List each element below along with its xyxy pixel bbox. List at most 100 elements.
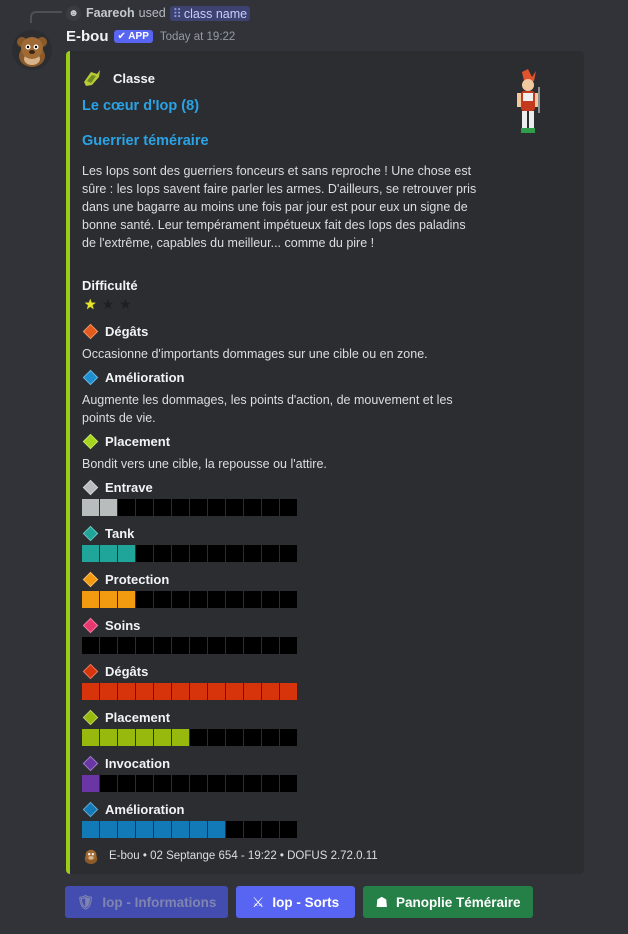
button-label: Panoplie Téméraire: [396, 894, 521, 910]
iop-sorts-button[interactable]: ⚔ Iop - Sorts: [236, 886, 355, 918]
stat-cell-filled: [100, 499, 117, 516]
stat-bar: [82, 637, 297, 654]
stat-cell-filled: [280, 683, 297, 700]
stat-cell-empty: [262, 637, 279, 654]
stat-cell-empty: [100, 775, 117, 792]
stat-cell-filled: [154, 729, 171, 746]
stat-title: Tank: [82, 525, 135, 542]
stat-cell-empty: [244, 499, 261, 516]
sword-icon: ⚔: [251, 893, 265, 910]
stat-cell-empty: [226, 499, 243, 516]
footer-avatar-icon: [84, 849, 98, 865]
stat-cell-empty: [244, 591, 261, 608]
stat-title: Protection: [82, 571, 170, 588]
stat-cell-empty: [244, 545, 261, 562]
bot-avatar[interactable]: [12, 30, 52, 70]
message-header: E-bou ✔ APP Today at 19:22: [66, 28, 235, 45]
embed-author: Classe: [82, 67, 155, 89]
diamond-icon: [82, 479, 99, 496]
stat-bar: [82, 775, 297, 792]
iop-icon: 🛡: [76, 893, 95, 910]
stat-cell-filled: [190, 683, 207, 700]
stat-cell-filled: [118, 729, 135, 746]
stat-cell-filled: [226, 683, 243, 700]
stat-cell-filled: [82, 683, 99, 700]
stat-cell-empty: [154, 775, 171, 792]
stat-cell-filled: [82, 499, 99, 516]
stat-cell-empty: [154, 499, 171, 516]
stat-cell-empty: [172, 591, 189, 608]
diamond-icon: [82, 369, 99, 386]
footer-text: E-bou • 02 Septange 654 - 19:22 • DOFUS …: [109, 850, 378, 862]
stat-cell-empty: [208, 499, 225, 516]
role-description: Bondit vers une cible, la repousse ou l'…: [82, 457, 327, 471]
user-avatar-icon: ☻: [66, 5, 81, 21]
stat-cell-empty: [190, 729, 207, 746]
stat-cell-filled: [100, 545, 117, 562]
stat-cell-filled: [100, 683, 117, 700]
role-title-label: Dégâts: [105, 324, 149, 339]
diamond-icon: [82, 663, 99, 680]
reply-used-text: used: [138, 6, 166, 20]
stat-cell-empty: [280, 591, 297, 608]
stat-cell-empty: [172, 499, 189, 516]
stat-cell-filled: [190, 821, 207, 838]
stat-cell-empty: [280, 637, 297, 654]
role-title-label: Amélioration: [105, 370, 185, 385]
stat-title-label: Tank: [105, 526, 135, 541]
stat-cell-empty: [226, 545, 243, 562]
stat-cell-filled: [208, 821, 225, 838]
app-badge-label: APP: [128, 31, 149, 42]
panoply-icon: ☗: [375, 893, 388, 910]
stat-cell-empty: [244, 729, 261, 746]
stat-cell-empty: [154, 637, 171, 654]
app-badge: ✔ APP: [113, 30, 153, 43]
stat-title-label: Soins: [105, 618, 141, 633]
stat-cell-filled: [82, 821, 99, 838]
stat-cell-empty: [226, 775, 243, 792]
stat-cell-filled: [118, 821, 135, 838]
stat-bar: [82, 499, 297, 516]
stat-title-label: Protection: [105, 572, 170, 587]
reply-reference[interactable]: ☻ Faareoh used ⠿ class name: [66, 4, 251, 22]
stat-cell-empty: [226, 729, 243, 746]
stat-cell-empty: [208, 729, 225, 746]
diamond-icon: [82, 525, 99, 542]
stat-cell-empty: [136, 775, 153, 792]
diamond-icon: [82, 433, 99, 450]
class-embed: Classe Le cœur d'Iop (8) Guerrier téméra…: [66, 51, 584, 874]
stat-cell-empty: [154, 591, 171, 608]
bot-name[interactable]: E-bou: [66, 28, 109, 45]
embed-author-name: Classe: [113, 70, 155, 86]
embed-title[interactable]: Le cœur d'Iop (8): [82, 98, 199, 114]
stat-bar: [82, 545, 297, 562]
stat-cell-empty: [244, 637, 261, 654]
stat-cell-empty: [280, 775, 297, 792]
stat-cell-empty: [208, 775, 225, 792]
stat-cell-empty: [154, 545, 171, 562]
panoplie-temeraire-button[interactable]: ☗ Panoplie Téméraire: [363, 886, 533, 918]
stat-cell-filled: [82, 591, 99, 608]
stat-cell-empty: [244, 775, 261, 792]
reply-connector: [30, 11, 62, 23]
stat-cell-empty: [226, 591, 243, 608]
reply-username[interactable]: Faareoh: [86, 6, 135, 20]
diamond-icon: [82, 617, 99, 634]
slash-command[interactable]: ⠿ class name: [169, 5, 251, 21]
role-description: Augmente les dommages, les points d'acti…: [82, 393, 453, 425]
stat-cell-empty: [190, 637, 207, 654]
stat-title: Entrave: [82, 479, 153, 496]
stat-cell-filled: [208, 683, 225, 700]
iop-informations-button[interactable]: 🛡 Iop - Informations: [65, 886, 228, 918]
stat-cell-empty: [190, 545, 207, 562]
stat-cell-filled: [100, 591, 117, 608]
stat-cell-filled: [118, 545, 135, 562]
timestamp[interactable]: Today at 19:22: [160, 31, 235, 43]
stat-cell-filled: [172, 729, 189, 746]
stat-cell-empty: [280, 729, 297, 746]
stat-cell-filled: [136, 821, 153, 838]
stat-bar: [82, 729, 297, 746]
stat-cell-empty: [208, 591, 225, 608]
grid-icon: ⠿: [172, 6, 182, 21]
difficulty-label: Difficulté: [82, 278, 138, 293]
